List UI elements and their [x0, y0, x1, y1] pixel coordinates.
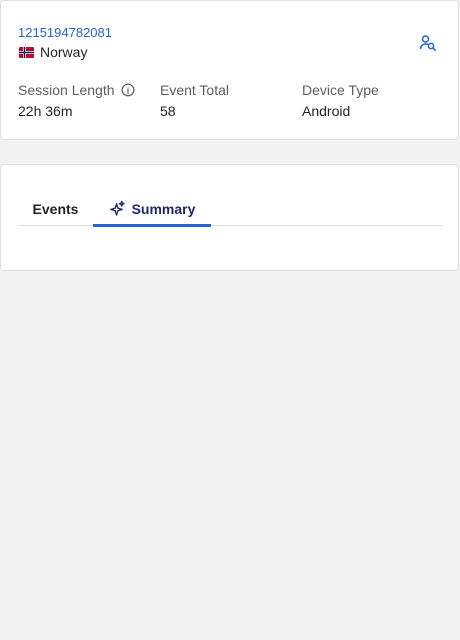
user-search-icon	[419, 35, 437, 52]
user-search-button[interactable]	[417, 32, 439, 54]
tab-bar: Events Summary	[18, 191, 443, 227]
tab-label: Events	[32, 200, 79, 217]
stat-label: Event Total	[160, 82, 230, 98]
stat-event-total: Event Total 58	[160, 82, 229, 119]
session-country: Norway	[18, 44, 87, 60]
stat-session-length: Session Length 22h 36m	[18, 82, 135, 119]
stat-value: Android	[302, 103, 351, 119]
stat-label: Device Type	[302, 82, 379, 98]
stat-label: Session Length	[18, 82, 115, 98]
tab-label: Summary	[131, 200, 196, 217]
stat-value: 58	[160, 103, 176, 119]
info-icon[interactable]	[121, 83, 135, 97]
tab-events[interactable]: Events	[18, 191, 93, 226]
session-tabs-card: Events Summary	[0, 164, 459, 271]
stat-device-type: Device Type Android	[302, 82, 379, 119]
stat-value: 22h 36m	[18, 103, 73, 119]
norway-flag-icon	[18, 46, 35, 58]
session-header-card: 1215194782081 Norway Session Length 22h …	[0, 0, 459, 140]
tab-summary[interactable]: Summary	[93, 191, 211, 227]
sparkle-icon	[109, 200, 125, 216]
country-name: Norway	[40, 44, 88, 60]
session-id-link[interactable]: 1215194782081	[18, 25, 112, 40]
